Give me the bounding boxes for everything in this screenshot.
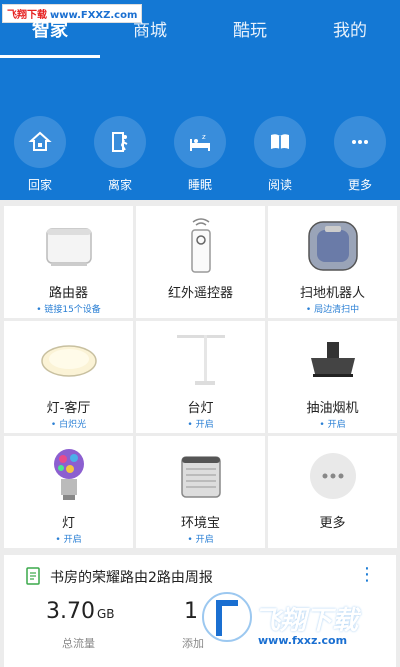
device-name: 红外遥控器 [167, 286, 233, 301]
device-name: 环境宝 [180, 516, 220, 531]
main-tabs: 智家 商城 酷玩 我的 [0, 16, 400, 58]
tab-cool-play[interactable]: 酷玩 [200, 16, 300, 58]
scene-more[interactable]: 更多 [320, 116, 400, 193]
scene-sleep-label: 睡眠 [187, 178, 212, 192]
traffic-unit: GB [96, 607, 115, 621]
device-name: 灯-客厅 [46, 401, 91, 416]
device-grid: 路由器 • 链接15个设备 红外遥控器 扫地机器人 • 局边清扫中 灯-客厅 •… [4, 206, 397, 548]
watermark-text: 飞翔下载 [254, 606, 359, 636]
report-document-icon [26, 567, 40, 589]
air-monitor-icon [136, 446, 265, 506]
sleep-icon: z [174, 116, 226, 168]
more-icon [334, 116, 386, 168]
device-card-ir-remote[interactable]: 红外遥控器 [136, 206, 265, 318]
device-name: 扫地机器人 [299, 286, 365, 301]
watermark-bottom: 飞翔下载 www.fxxz.com [150, 580, 400, 667]
device-card-air-monitor[interactable]: 环境宝 • 开启 [136, 436, 265, 548]
tab-mall[interactable]: 商城 [100, 16, 200, 58]
scene-more-label: 更多 [347, 178, 372, 192]
device-card-living-room-light[interactable]: 灯-客厅 • 白炽光 [4, 321, 133, 433]
robot-vacuum-icon [268, 216, 397, 276]
scene-home[interactable]: 回家 [0, 116, 80, 193]
device-card-more[interactable]: 更多 [268, 436, 397, 548]
traffic-label: 总流量 [62, 637, 95, 650]
tab-smart-home[interactable]: 智家 [0, 16, 100, 58]
scene-sleep[interactable]: z 睡眠 [160, 116, 240, 193]
range-hood-icon [268, 331, 397, 391]
watermark-url: www.fxxz.com [258, 634, 348, 647]
scene-leave[interactable]: 离家 [80, 116, 160, 193]
ir-remote-icon [136, 216, 265, 276]
watermark-logo-icon [202, 592, 252, 642]
device-status: • 开启 [187, 535, 214, 545]
scene-home-label: 回家 [27, 178, 52, 192]
device-status: • 开启 [55, 535, 82, 545]
device-card-robot-vacuum[interactable]: 扫地机器人 • 局边清扫中 [268, 206, 397, 318]
book-icon [254, 116, 306, 168]
traffic-value: 3.70 GB [46, 599, 115, 624]
scene-leave-label: 离家 [107, 178, 132, 192]
device-card-desk-lamp[interactable]: 台灯 • 开启 [136, 321, 265, 433]
scene-bar: 回家 离家 z 睡眠 阅读 更多 [0, 116, 400, 193]
device-status: • 开启 [187, 420, 214, 430]
device-card-range-hood[interactable]: 抽油烟机 • 开启 [268, 321, 397, 433]
scene-read-label: 阅读 [267, 178, 292, 192]
tab-mine[interactable]: 我的 [300, 16, 400, 58]
device-card-router[interactable]: 路由器 • 链接15个设备 [4, 206, 133, 318]
device-name: 台灯 [187, 401, 214, 416]
svg-text:z: z [202, 133, 206, 141]
device-status: • 白炽光 [50, 420, 87, 430]
desk-lamp-icon [136, 331, 265, 391]
device-status: • 开启 [319, 420, 346, 430]
device-status: • 链接15个设备 [36, 305, 101, 315]
traffic-number: 3.70 [46, 599, 95, 624]
device-name: 更多 [319, 516, 346, 531]
ceiling-light-icon [4, 331, 133, 391]
device-name: 抽油烟机 [306, 401, 359, 416]
router-icon [4, 216, 133, 276]
scene-read[interactable]: 阅读 [240, 116, 320, 193]
more-icon [268, 446, 397, 506]
device-card-smart-bulb[interactable]: 灯 • 开启 [4, 436, 133, 548]
home-icon [14, 116, 66, 168]
active-tab-indicator [0, 55, 100, 58]
leave-home-icon [94, 116, 146, 168]
device-status: • 局边清扫中 [305, 305, 360, 315]
color-bulb-icon [4, 446, 133, 506]
header: 飞翔下载www.FXXZ.com 智家 商城 酷玩 我的 回家 离家 z 睡眠 [0, 0, 400, 200]
device-name: 灯 [61, 516, 75, 531]
device-name: 路由器 [48, 286, 88, 301]
